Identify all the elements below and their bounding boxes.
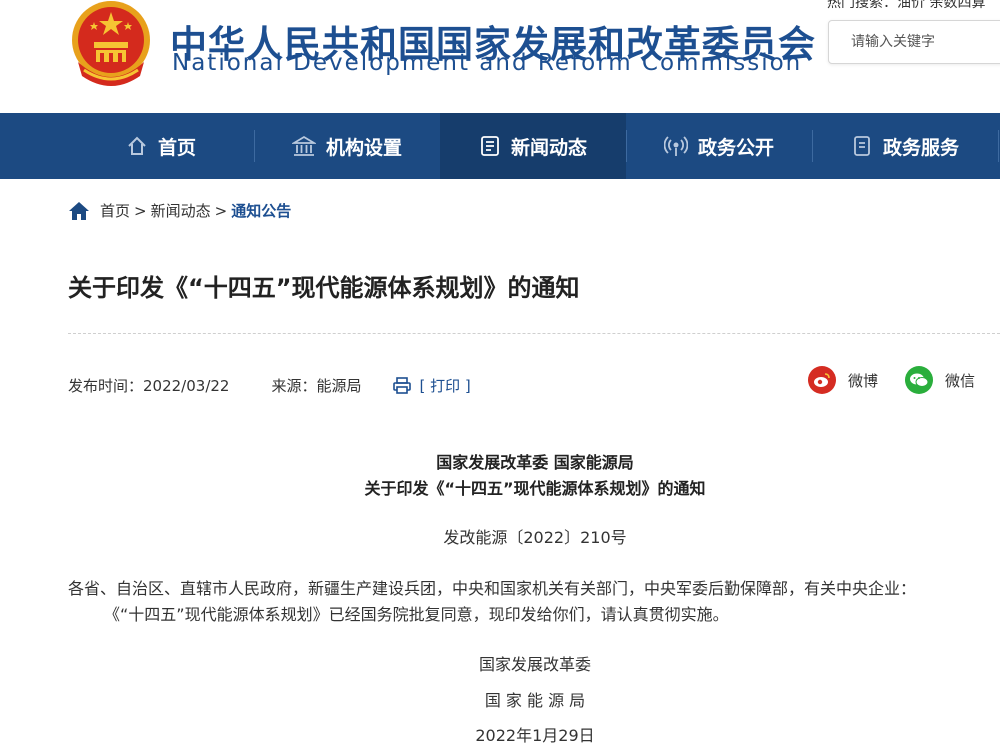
site-title-en[interactable]: National Development and Reform Commissi… [172, 50, 802, 76]
nav-item-label: 政务公开 [697, 136, 774, 159]
document-number: 发改能源〔2022〕210号 [443, 528, 627, 547]
site-header: 中华人民共和国国家发展和改革委员会 National Development a… [0, 0, 1000, 113]
national-emblem-logo[interactable] [70, 0, 152, 86]
nav-item-label: 首页 [157, 136, 196, 159]
page-title: 关于印发《“十四五”现代能源体系规划》的通知 [68, 274, 580, 302]
document-issuers: 国家发展改革委 国家能源局 [436, 453, 634, 472]
main-nav: 首页 机构设置 新闻动态 政务公开 政务服务 [0, 113, 1000, 179]
share-weibo-button[interactable]: 微博 [808, 366, 878, 394]
share-weibo-label: 微博 [848, 371, 879, 390]
article-source: 来源：能源局 [271, 377, 362, 395]
nav-item-news[interactable]: 新闻动态 [440, 113, 626, 179]
nav-item-government-affairs[interactable]: 政务公开 [626, 113, 812, 179]
paragraph-body: 《“十四五”现代能源体系规划》已经国务院批复同意，现印发给你们，请认真贯彻实施。 [104, 605, 729, 624]
weibo-icon [808, 366, 836, 394]
building-icon [291, 135, 316, 156]
broadcast-icon [663, 136, 688, 156]
breadcrumb: 首页 > 新闻动态 > 通知公告 [68, 200, 291, 221]
nav-item-label: 新闻动态 [510, 136, 587, 159]
breadcrumb-home-icon[interactable] [68, 201, 90, 221]
breadcrumb-current[interactable]: 通知公告 [231, 200, 291, 221]
search-input[interactable] [829, 21, 1000, 63]
signature-date: 2022年1月29日 [475, 726, 595, 745]
breadcrumb-home-link[interactable]: 首页 [100, 200, 130, 221]
document-icon [854, 136, 870, 156]
nav-divider [998, 130, 999, 162]
nav-item-services[interactable]: 政务服务 [812, 113, 998, 179]
breadcrumb-news-link[interactable]: 新闻动态 [151, 200, 211, 221]
title-divider [68, 333, 1000, 334]
print-label: [ 打印 ] [419, 377, 471, 395]
search-box[interactable] [828, 20, 1000, 64]
signature-ndrc: 国家发展改革委 [478, 655, 591, 674]
news-icon [481, 136, 499, 156]
paragraph-recipients: 各省、自治区、直辖市人民政府，新疆生产建设兵团，中央和国家机关有关部门，中央军委… [68, 579, 917, 598]
publish-time: 发布时间：2022/03/22 [68, 377, 230, 395]
nav-item-home[interactable]: 首页 [68, 113, 254, 179]
breadcrumb-separator: > [134, 201, 147, 220]
share-wechat-button[interactable]: 微信 [905, 366, 975, 394]
home-icon [128, 136, 146, 155]
wechat-icon [905, 366, 933, 394]
nav-item-label: 机构设置 [325, 136, 402, 159]
share-wechat-label: 微信 [945, 371, 976, 390]
nav-item-label: 政务服务 [882, 136, 959, 159]
article-meta: 发布时间：2022/03/22 来源：能源局 [ 打印 ] [68, 375, 471, 396]
document-title: 关于印发《“十四五”现代能源体系规划》的通知 [364, 479, 706, 498]
signature-nea: 国 家 能 源 局 [484, 691, 586, 710]
breadcrumb-separator: > [214, 201, 228, 220]
print-button[interactable]: [ 打印 ] [393, 375, 471, 396]
printer-icon [393, 377, 412, 394]
hot-search-label: 热门搜索：油价 余数四算 [827, 0, 986, 11]
nav-item-organization[interactable]: 机构设置 [254, 113, 440, 179]
